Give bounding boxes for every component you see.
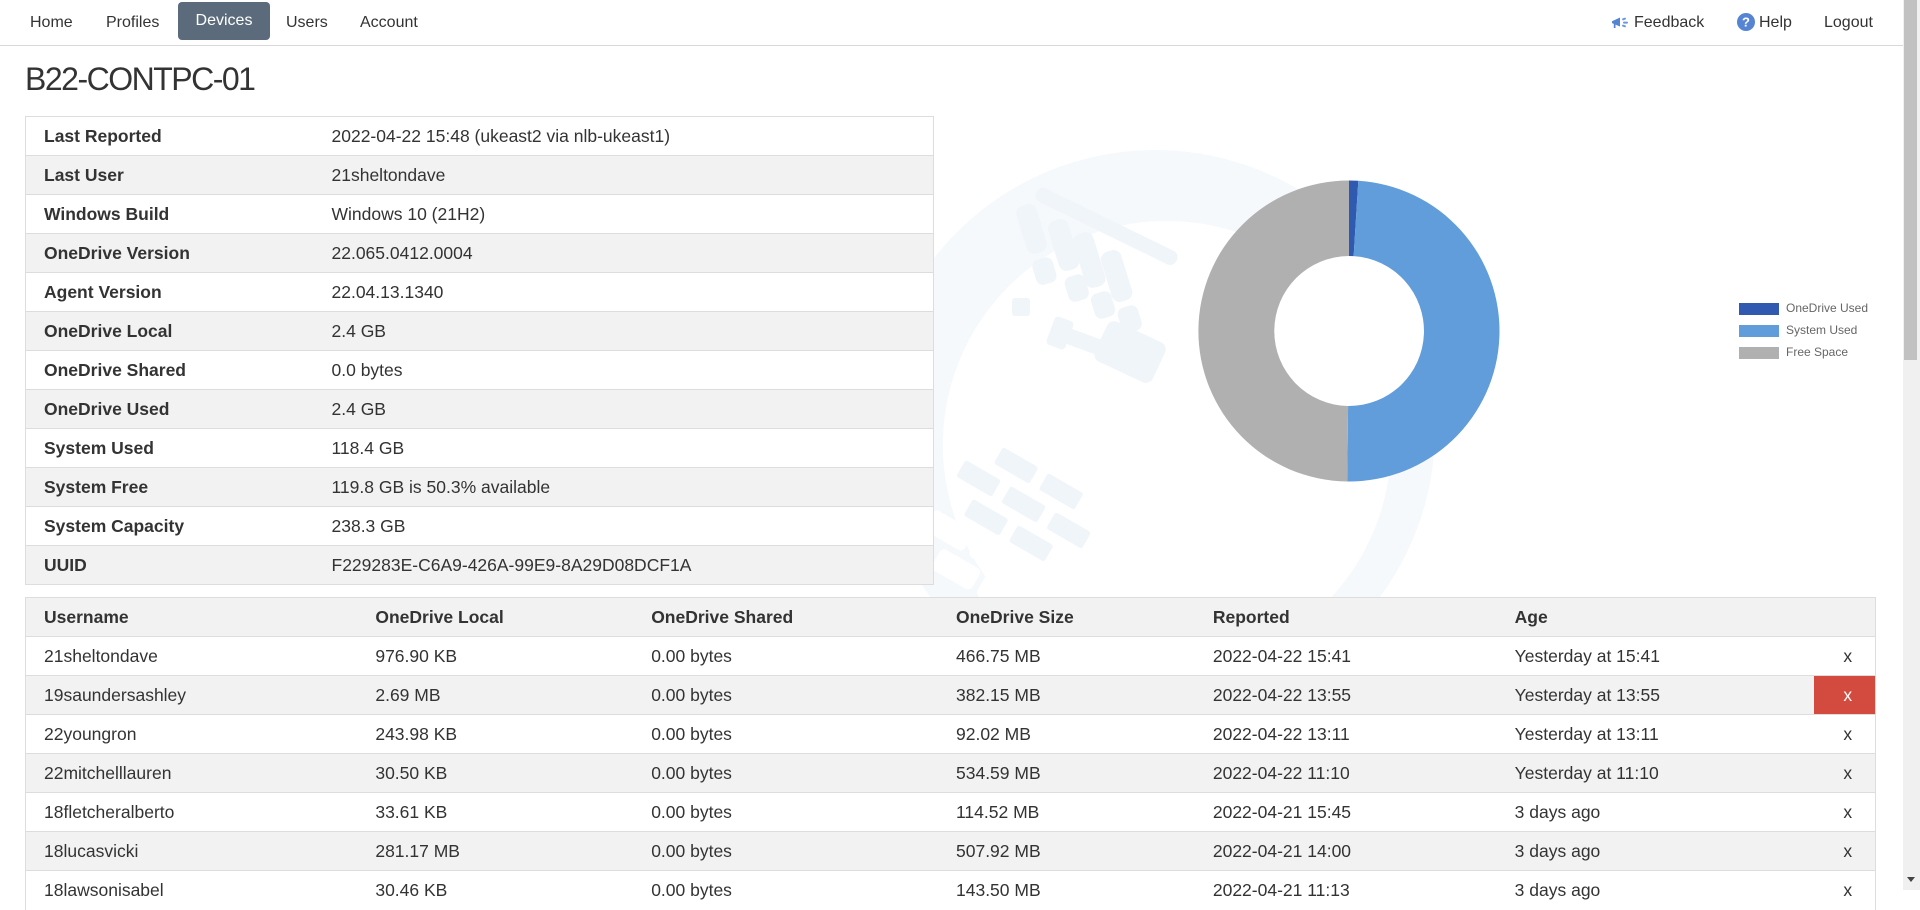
svg-text:?: ? [1742, 15, 1750, 30]
